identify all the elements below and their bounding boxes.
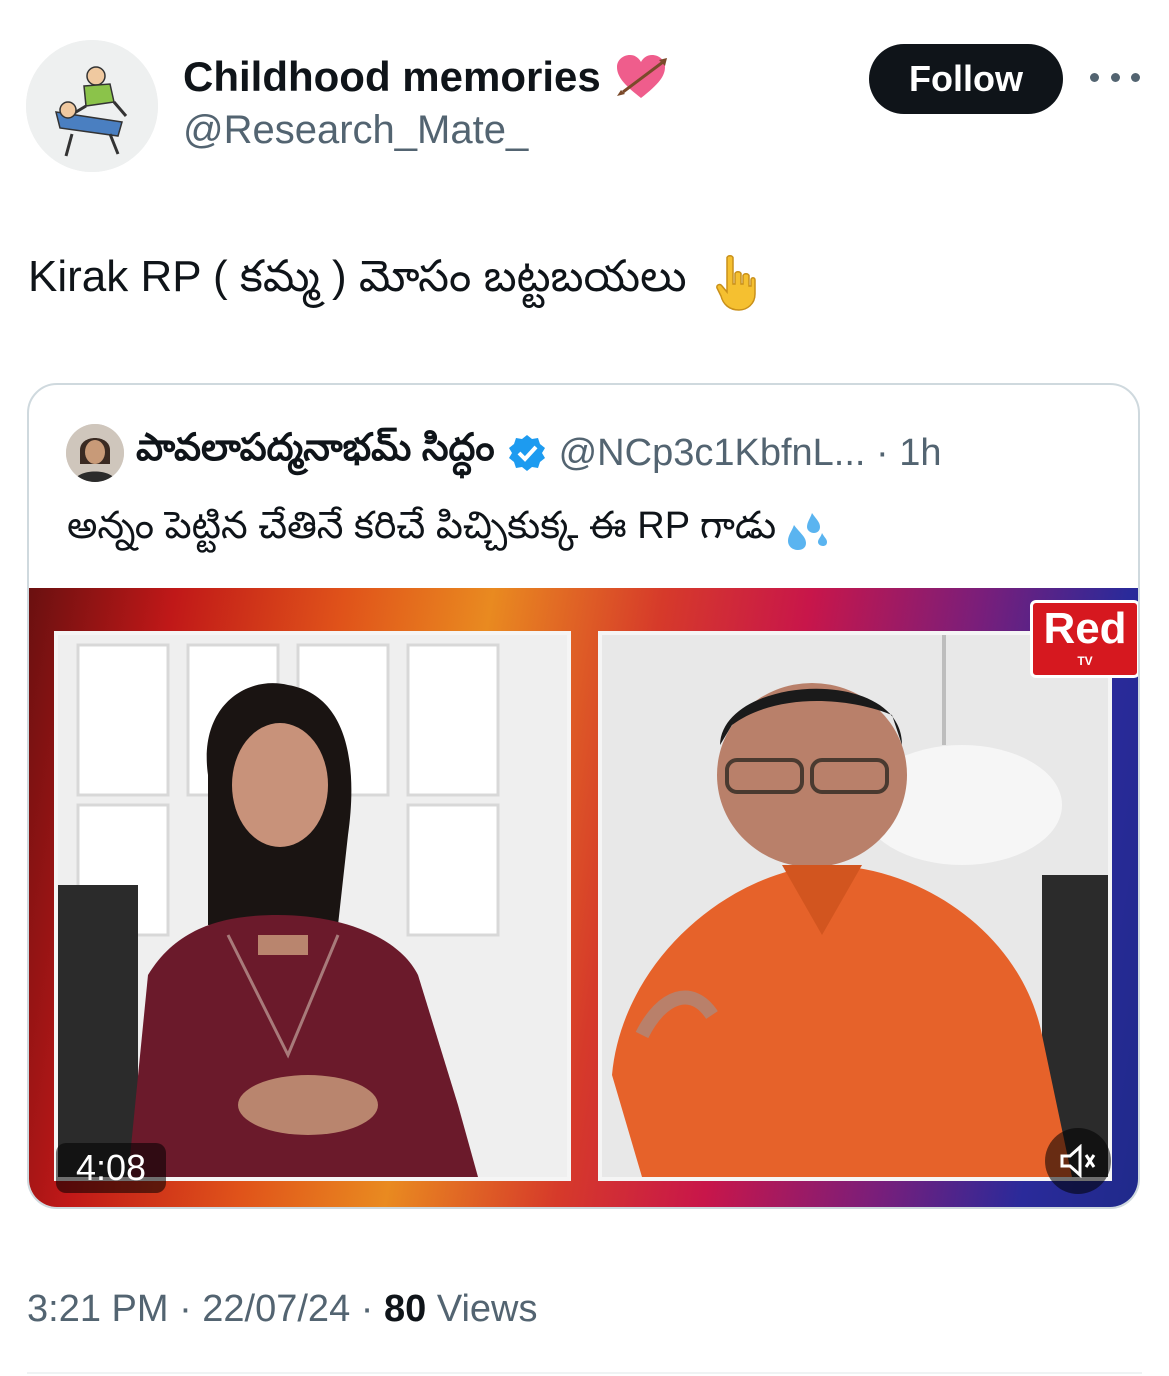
more-icon[interactable]	[1090, 62, 1140, 92]
tweet-text: Kirak RP ( కమ్మ ) మోసం బట్టబయలు	[28, 252, 687, 301]
video-duration: 4:08	[56, 1143, 166, 1193]
guest-image	[602, 635, 1108, 1177]
views-count: 80	[383, 1288, 427, 1330]
quoted-avatar-image	[66, 424, 124, 482]
pointing-down-icon	[715, 254, 756, 311]
quoted-text-row: అన్నం పెట్టిన చేతినే కరిచే పిచ్చికుక్క ఈ…	[67, 505, 830, 557]
channel-logo: Red TV	[1030, 600, 1138, 678]
tweet-meta: 3:21 PM · 22/07/24 · 80 Views	[27, 1288, 538, 1331]
sweat-drops-icon	[788, 513, 828, 550]
author-handle[interactable]: @Research_Mate_	[183, 108, 528, 153]
avatar-illustration	[26, 40, 158, 172]
quoted-tweet-card[interactable]: పావలాపద్మనాభమ్ సిద్ధం @NCp3c1KbfnL... · …	[27, 383, 1140, 1209]
host-image	[58, 635, 567, 1177]
author-display-name[interactable]: Childhood memories	[183, 53, 601, 101]
heart-with-arrow-icon	[616, 55, 667, 98]
channel-logo-text: Red	[1043, 604, 1127, 653]
channel-logo-sub: TV	[1077, 654, 1093, 668]
author-avatar[interactable]	[26, 40, 158, 172]
quoted-author-avatar[interactable]	[66, 424, 124, 482]
verified-icon	[508, 435, 545, 471]
tweet-time-date[interactable]: 3:21 PM · 22/07/24 ·	[27, 1288, 384, 1330]
views-label: Views	[426, 1288, 538, 1330]
follow-button[interactable]: Follow	[869, 44, 1063, 114]
author-name-row[interactable]: Childhood memories	[183, 52, 669, 102]
quoted-text: అన్నం పెట్టిన చేతినే కరిచే పిచ్చికుక్క ఈ…	[67, 505, 777, 547]
speaker-glyph	[1060, 1144, 1096, 1178]
volume-icon[interactable]	[1045, 1128, 1111, 1194]
quoted-tweet-header: పావలాపద్మనాభమ్ సిద్ధం @NCp3c1KbfnL... · …	[66, 423, 942, 483]
video-panel-left	[54, 631, 571, 1181]
quoted-display-name[interactable]: పావలాపద్మనాభమ్ సిద్ధం	[136, 427, 495, 479]
quoted-handle-time[interactable]: @NCp3c1KbfnL... · 1h	[559, 432, 942, 475]
divider	[27, 1372, 1142, 1374]
video-player[interactable]: Red TV 4:08	[29, 588, 1138, 1207]
video-panel-right	[598, 631, 1112, 1181]
tweet-text-row: Kirak RP ( కమ్మ ) మోసం బట్టబయలు	[28, 252, 757, 313]
